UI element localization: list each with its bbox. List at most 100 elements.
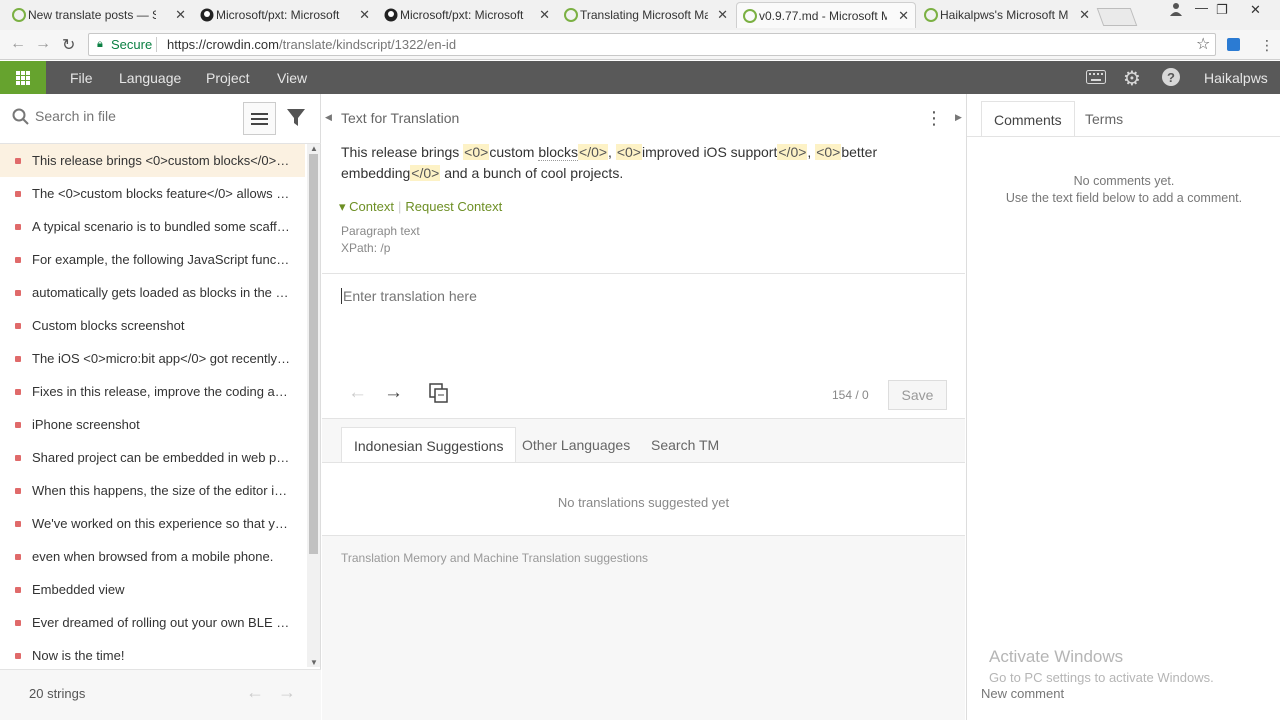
gear-icon[interactable]: ⚙ [1123, 66, 1141, 91]
next-string-icon[interactable]: → [384, 382, 403, 404]
menu-file[interactable]: File [70, 70, 93, 86]
scrollbar-thumb[interactable] [309, 154, 318, 554]
collapse-right-icon[interactable]: ▶ [955, 112, 962, 123]
list-item[interactable]: The iOS <0>micro:bit app</0> got recentl… [0, 342, 305, 375]
source-tag[interactable]: </0> [578, 144, 609, 160]
more-options-icon[interactable]: ⋮ [925, 108, 943, 129]
divider [967, 136, 1280, 137]
list-item[interactable]: Shared project can be embedded in web pa… [0, 441, 305, 474]
previous-string-icon[interactable]: ← [348, 382, 367, 404]
profile-icon[interactable] [1170, 2, 1182, 19]
list-item[interactable]: Fixes in this release, improve the codin… [0, 375, 305, 408]
close-icon[interactable]: ✕ [898, 8, 909, 24]
activate-windows-watermark: Activate Windows [989, 647, 1124, 666]
untranslated-marker [15, 586, 21, 593]
translation-input[interactable] [341, 288, 941, 304]
menu-view[interactable]: View [277, 70, 307, 86]
list-item[interactable]: Custom blocks screenshot [0, 309, 305, 342]
menu-project[interactable]: Project [206, 70, 250, 86]
filter-icon[interactable] [287, 108, 305, 128]
browser-tab-6[interactable]: Haikalpws's Microsoft M ✕ [918, 2, 1096, 28]
untranslated-marker [15, 322, 21, 329]
section-title: Text for Translation [341, 110, 460, 126]
browser-tab-1[interactable]: New translate posts — S ✕ [6, 2, 192, 28]
list-item[interactable]: even when browsed from a mobile phone. [0, 540, 305, 573]
list-item[interactable]: A typical scenario is to bundled some sc… [0, 210, 305, 243]
list-item[interactable]: This release brings <0>custom blocks</0>… [0, 144, 305, 177]
scroll-up-icon[interactable]: ▲ [310, 144, 318, 153]
maximize-icon[interactable]: ❐ [1216, 2, 1228, 18]
browser-tab-4[interactable]: Translating Microsoft Ma ✕ [558, 2, 734, 28]
help-icon[interactable]: ? [1161, 67, 1181, 92]
source-tag[interactable]: </0> [410, 165, 441, 181]
back-icon[interactable]: ← [10, 35, 26, 53]
list-item[interactable]: When this happens, the size of the edito… [0, 474, 305, 507]
source-tag[interactable]: </0> [777, 144, 808, 160]
close-icon[interactable]: ✕ [1079, 7, 1090, 23]
caret-down-icon[interactable]: ▾ [339, 199, 346, 214]
source-tag[interactable]: <0> [463, 144, 490, 160]
reload-icon[interactable]: ↻ [62, 35, 75, 55]
source-text-part: improved iOS support [641, 144, 778, 160]
save-button[interactable]: Save [888, 380, 947, 410]
source-tag[interactable]: <0> [615, 144, 642, 160]
previous-page-icon[interactable]: ← [246, 682, 264, 703]
browser-tab-3[interactable]: Microsoft/pxt: Microsoft ✕ [378, 2, 556, 28]
crowdin-icon [743, 9, 757, 23]
context-toggle[interactable]: Context [349, 199, 394, 214]
copy-source-icon[interactable] [429, 383, 449, 409]
extension-icon[interactable] [1227, 38, 1240, 51]
request-context-link[interactable]: Request Context [405, 199, 502, 214]
tab-search-tm[interactable]: Search TM [639, 427, 731, 462]
next-page-icon[interactable]: → [278, 682, 296, 703]
list-item[interactable]: iPhone screenshot [0, 408, 305, 441]
list-item[interactable]: We've worked on this experience so that … [0, 507, 305, 540]
tab-terms[interactable]: Terms [1073, 101, 1135, 137]
untranslated-marker [15, 256, 21, 263]
apps-grid-button[interactable] [0, 61, 46, 94]
browser-tab-2[interactable]: Microsoft/pxt: Microsoft ✕ [194, 2, 376, 28]
empty-comments-hint: Use the text field below to add a commen… [1005, 191, 1243, 205]
forward-icon[interactable]: → [35, 35, 51, 53]
source-tag[interactable]: <0> [815, 144, 842, 160]
tab-comments[interactable]: Comments [981, 101, 1075, 137]
crowdin-icon [924, 8, 938, 22]
keyboard-icon[interactable] [1086, 69, 1106, 89]
close-icon[interactable]: ✕ [359, 7, 370, 23]
minimize-icon[interactable]: — [1195, 0, 1208, 15]
list-item[interactable]: Now is the time! [0, 639, 305, 667]
crowdin-icon [564, 8, 578, 22]
new-tab-button[interactable] [1096, 8, 1138, 26]
scroll-down-icon[interactable]: ▼ [310, 658, 318, 667]
username[interactable]: Haikalpws [1204, 70, 1268, 86]
search-input[interactable] [35, 108, 225, 124]
list-item[interactable]: The <0>custom blocks feature</0> allows … [0, 177, 305, 210]
browser-menu-icon[interactable]: ⋮ [1260, 37, 1274, 54]
tab-other-languages[interactable]: Other Languages [510, 427, 642, 462]
strings-scrollbar[interactable]: ▲ ▼ [307, 144, 320, 667]
untranslated-marker [15, 652, 21, 659]
url-field[interactable]: 🔒︎ Secure https://crowdin.com/translate/… [88, 33, 1216, 56]
window-close-icon[interactable]: ✕ [1250, 2, 1261, 18]
github-icon [200, 8, 214, 22]
list-item[interactable]: Ever dreamed of rolling out your own BLE… [0, 606, 305, 639]
close-icon[interactable]: ✕ [175, 7, 186, 23]
list-item[interactable]: automatically gets loaded as blocks in t… [0, 276, 305, 309]
bookmark-star-icon[interactable]: ☆ [1196, 34, 1210, 54]
lock-icon: 🔒︎ [97, 38, 103, 50]
list-item[interactable]: For example, the following JavaScript fu… [0, 243, 305, 276]
close-icon[interactable]: ✕ [717, 7, 728, 23]
list-item[interactable]: Embedded view [0, 573, 305, 606]
close-icon[interactable]: ✕ [539, 7, 550, 23]
menu-language[interactable]: Language [119, 70, 181, 86]
editor-actions: ← → 154 / 0 Save [322, 372, 965, 418]
glossary-term[interactable]: blocks [538, 144, 579, 161]
collapse-left-icon[interactable]: ◀ [325, 112, 332, 123]
browser-tab-5-active[interactable]: v0.9.77.md - Microsoft M ✕ [736, 2, 916, 28]
url-host: https://crowdin.com [167, 37, 279, 52]
list-view-button[interactable] [243, 102, 276, 135]
grid-icon [16, 70, 30, 85]
new-comment-field[interactable]: New comment [981, 686, 1064, 701]
string-text: A typical scenario is to bundled some sc… [32, 219, 290, 234]
tab-indonesian-suggestions[interactable]: Indonesian Suggestions [341, 427, 517, 462]
